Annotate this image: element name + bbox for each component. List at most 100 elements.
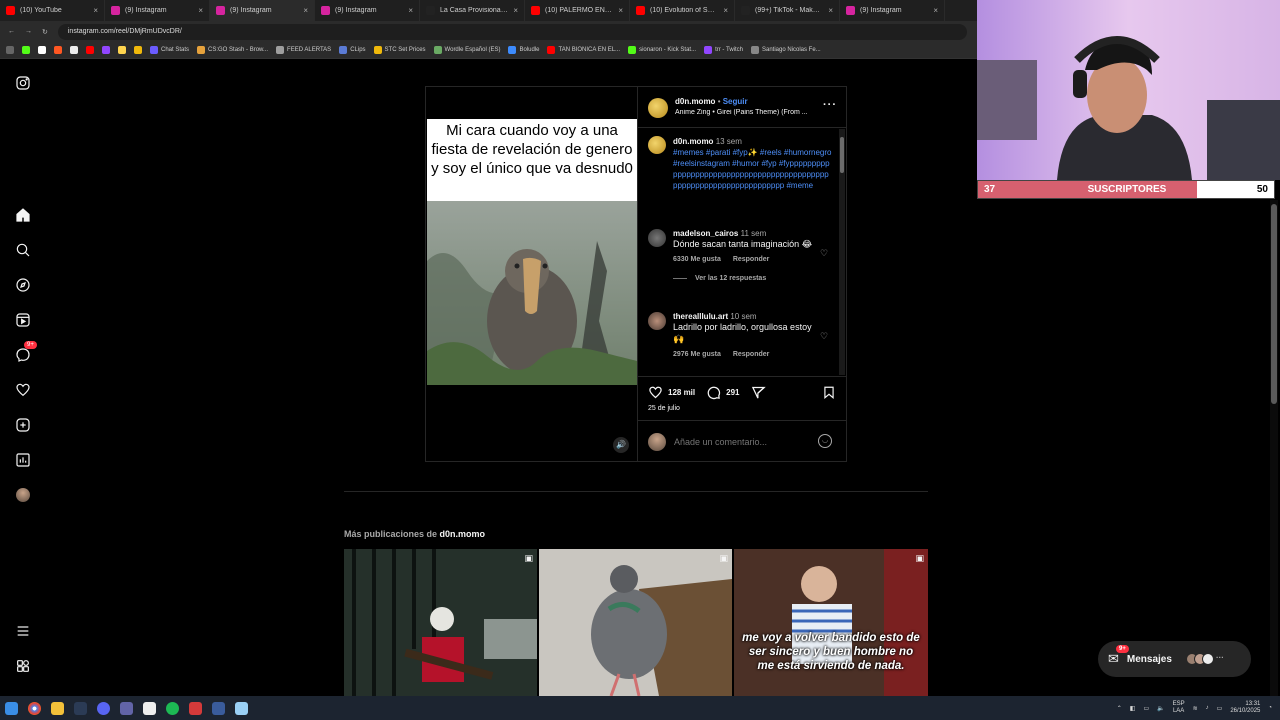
save-bookmark-icon[interactable] bbox=[822, 385, 836, 400]
close-tab-icon[interactable]: × bbox=[723, 6, 728, 15]
author-avatar[interactable] bbox=[648, 98, 668, 118]
home-icon[interactable] bbox=[14, 206, 31, 223]
battery-icon[interactable]: ▭ bbox=[1217, 705, 1223, 712]
likes-count[interactable]: 128 mil bbox=[668, 388, 695, 397]
comment-icon[interactable] bbox=[706, 385, 721, 400]
mute-icon[interactable]: 🔊 bbox=[613, 437, 629, 453]
discord-icon[interactable] bbox=[97, 701, 110, 715]
bookmark-item[interactable]: CLips bbox=[339, 46, 366, 54]
close-tab-icon[interactable]: × bbox=[933, 6, 938, 15]
browser-tab[interactable]: (9) Instagram × bbox=[105, 0, 210, 21]
caption-hashtags[interactable]: #memes #parati #fyp✨ #reels #humornegro … bbox=[673, 148, 831, 190]
notification-center-icon[interactable]: ◔ bbox=[1268, 705, 1272, 711]
comment-likes[interactable]: 2976 Me gusta bbox=[673, 351, 721, 358]
reload-icon[interactable]: ↻ bbox=[42, 28, 48, 36]
author-username[interactable]: d0n.momo bbox=[675, 97, 715, 106]
browser-tab[interactable]: La Casa Provisional de Ve × bbox=[420, 0, 525, 21]
back-arrow-icon[interactable]: ← bbox=[8, 28, 15, 35]
wifi-icon[interactable]: ≋ bbox=[1193, 705, 1198, 712]
messages-nav-icon[interactable]: 9+ bbox=[14, 341, 37, 363]
reels-icon[interactable] bbox=[14, 311, 31, 328]
bookmark-item[interactable]: sionaron - Kick Stat... bbox=[628, 46, 696, 54]
page-scrollbar[interactable] bbox=[1270, 200, 1278, 696]
close-tab-icon[interactable]: × bbox=[408, 6, 413, 15]
teams-icon[interactable] bbox=[120, 701, 133, 715]
browser-tab[interactable]: (10) YouTube × bbox=[0, 0, 105, 21]
notepad-icon[interactable] bbox=[143, 701, 156, 715]
browser-tab[interactable]: (9) Instagram × bbox=[840, 0, 945, 21]
bookmark-item[interactable]: Chat Stats bbox=[150, 46, 189, 54]
more-options-icon[interactable]: ··· bbox=[823, 99, 837, 111]
related-post-thumbnail[interactable]: ▣ bbox=[539, 549, 732, 696]
messages-button[interactable]: ✉ 9+ Mensajes ··· bbox=[1098, 641, 1251, 677]
bookmark-item[interactable]: Wordle Español (ES) bbox=[433, 46, 500, 54]
audio-track[interactable]: Anime Zing • Girei (Pains Theme) (From .… bbox=[675, 109, 820, 116]
more-menu-icon[interactable] bbox=[14, 622, 31, 639]
search-icon[interactable] bbox=[14, 241, 31, 258]
notifications-heart-icon[interactable] bbox=[14, 381, 31, 398]
close-tab-icon[interactable]: × bbox=[303, 6, 308, 15]
chrome-icon[interactable] bbox=[28, 701, 41, 715]
comment-username[interactable]: madelson_cairos bbox=[673, 229, 738, 238]
speaker-icon[interactable]: ♪ bbox=[1206, 705, 1209, 711]
related-post-thumbnail[interactable]: ▣ bbox=[344, 549, 537, 696]
bookmark-icon-8[interactable] bbox=[134, 46, 142, 54]
reply-button[interactable]: Responder bbox=[733, 351, 770, 358]
bookmark-item[interactable]: TAN BIONICA EN EL... bbox=[547, 46, 620, 54]
like-icon[interactable] bbox=[648, 385, 663, 400]
emoji-icon[interactable]: ◡ bbox=[818, 434, 832, 448]
reply-button[interactable]: Responder bbox=[733, 256, 770, 263]
volume-icon[interactable]: 🔈 bbox=[1157, 705, 1164, 712]
bookmark-item[interactable]: FEED ALERTAS bbox=[276, 46, 331, 54]
bookmark-item[interactable]: STC Set Prices bbox=[373, 46, 426, 54]
bookmark-icon-7[interactable] bbox=[118, 46, 126, 54]
browser-tab[interactable]: (10) Evolution of Sub-Zer × bbox=[630, 0, 735, 21]
bookmark-icon-1[interactable] bbox=[22, 46, 30, 54]
caption-avatar[interactable] bbox=[648, 136, 666, 154]
browser-tab[interactable]: (10) PALERMO EN LA PER × bbox=[525, 0, 630, 21]
windows-start-icon[interactable] bbox=[5, 701, 18, 715]
reel-video[interactable]: Mi cara cuando voy a una fiesta de revel… bbox=[426, 87, 637, 461]
comment-likes[interactable]: 6330 Me gusta bbox=[673, 256, 721, 263]
close-tab-icon[interactable]: × bbox=[198, 6, 203, 15]
bookmark-icon-2[interactable] bbox=[38, 46, 46, 54]
comment-avatar[interactable] bbox=[648, 229, 666, 247]
video-frame[interactable] bbox=[427, 201, 637, 385]
app-icon[interactable] bbox=[212, 701, 225, 715]
also-from-meta-icon[interactable] bbox=[14, 657, 31, 674]
close-tab-icon[interactable]: × bbox=[618, 6, 623, 15]
instagram-logo-icon[interactable] bbox=[14, 74, 31, 91]
url-field[interactable]: instagram.com/reel/DMjRmUDvcDR/ bbox=[57, 23, 967, 40]
bookmark-item[interactable]: trr - Twitch bbox=[704, 46, 743, 54]
browser-tab[interactable]: (9) Instagram × bbox=[210, 0, 315, 21]
explore-icon[interactable] bbox=[14, 276, 31, 293]
dashboard-icon[interactable] bbox=[14, 451, 31, 468]
bookmark-icon-5[interactable] bbox=[86, 46, 94, 54]
apps-icon[interactable] bbox=[6, 46, 14, 54]
steam-icon[interactable] bbox=[74, 701, 87, 715]
related-post-thumbnail[interactable]: me voy a volver bandido esto de ser sinc… bbox=[734, 549, 928, 696]
language-indicator[interactable]: ESP LAA bbox=[1173, 701, 1185, 715]
spotify-icon[interactable] bbox=[166, 701, 179, 715]
bookmark-item[interactable]: Boludle bbox=[508, 46, 539, 54]
close-tab-icon[interactable]: × bbox=[828, 6, 833, 15]
bookmark-item[interactable]: CS:GO Stash - Brow... bbox=[197, 46, 268, 54]
app-icon[interactable] bbox=[189, 701, 202, 715]
bookmark-icon-4[interactable] bbox=[70, 46, 78, 54]
comments-count[interactable]: 291 bbox=[726, 388, 739, 397]
browser-tab[interactable]: (99+) TikTok - Make Your × bbox=[735, 0, 840, 21]
forward-arrow-icon[interactable]: → bbox=[25, 28, 32, 35]
bookmark-item[interactable]: Santiago Nicolas Fe... bbox=[750, 46, 821, 54]
comment-input[interactable] bbox=[674, 435, 809, 449]
bookmark-icon-6[interactable] bbox=[102, 46, 110, 54]
app-icon[interactable] bbox=[235, 701, 248, 715]
network-icon[interactable]: ▭ bbox=[1143, 705, 1149, 712]
comment-username[interactable]: therealllulu.art bbox=[673, 312, 728, 321]
bookmark-icon-3[interactable] bbox=[54, 46, 62, 54]
clock[interactable]: 13:31 26/10/2025 bbox=[1230, 701, 1260, 715]
view-replies-button[interactable]: Ver las 12 respuestas bbox=[695, 275, 766, 282]
comment-like-icon[interactable]: ♡ bbox=[820, 331, 828, 342]
tray-app-icon[interactable]: ◧ bbox=[1130, 705, 1136, 712]
tray-chevron-icon[interactable]: ⌃ bbox=[1117, 705, 1122, 712]
comment-like-icon[interactable]: ♡ bbox=[820, 248, 828, 259]
